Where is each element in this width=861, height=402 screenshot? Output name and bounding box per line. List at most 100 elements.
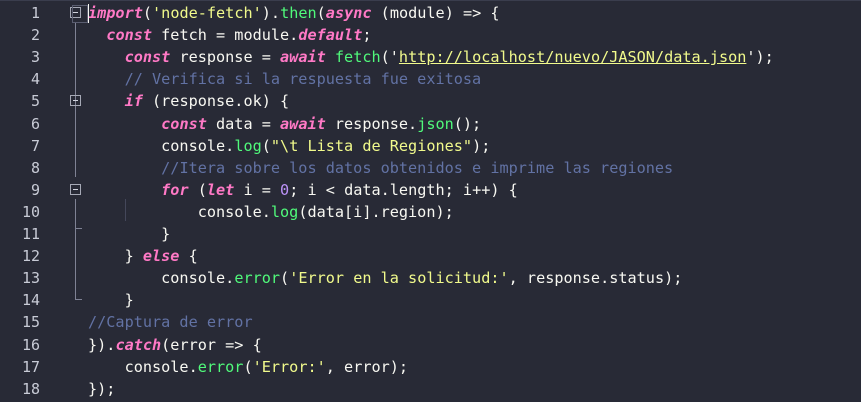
- code-token: catch: [115, 335, 162, 354]
- code-token: }: [88, 291, 134, 310]
- code-token: else: [142, 247, 180, 266]
- code-token: );: [472, 136, 491, 155]
- line-number: 16: [21, 335, 40, 354]
- code-token: await: [280, 48, 326, 67]
- code-token: json: [417, 114, 454, 133]
- code-token: , response.status);: [508, 269, 683, 288]
- code-token: async: [325, 4, 372, 22]
- line-number: 14: [21, 291, 40, 310]
- code-token: fetch: [334, 48, 381, 67]
- fold-line: [75, 199, 76, 228]
- code-line[interactable]: }: [88, 289, 134, 311]
- code-token: (: [316, 4, 326, 22]
- fold-toggle-icon[interactable]: [70, 183, 81, 195]
- code-line[interactable]: console.error('Error:', error);: [88, 356, 409, 378]
- line-number: 4: [30, 70, 40, 89]
- code-token: (: [243, 357, 253, 376]
- code-token: (: [280, 269, 290, 288]
- code-line[interactable]: }: [88, 223, 170, 245]
- code-token: }: [88, 247, 143, 266]
- code-token: then: [280, 4, 317, 22]
- code-line[interactable]: const fetch = module.default;: [88, 24, 372, 46]
- code-area[interactable]: import('node-fetch').then(async (module)…: [88, 1, 861, 402]
- code-token: import: [88, 4, 143, 22]
- code-line[interactable]: import('node-fetch').then(async (module)…: [88, 2, 500, 24]
- code-line[interactable]: for (let i = 0; i < data.length; i++) {: [88, 179, 518, 201]
- code-token: error: [197, 357, 244, 376]
- code-line[interactable]: console.error('Error en la solicitud:', …: [88, 267, 682, 289]
- code-token: // Verifica si la respuesta fue exitosa: [124, 70, 482, 89]
- code-token: await: [280, 114, 326, 133]
- code-token: 'node-fetch': [152, 4, 262, 22]
- code-line[interactable]: //Captura de error: [88, 311, 253, 333]
- code-token: (error => {: [161, 335, 262, 354]
- code-token: default: [298, 26, 363, 45]
- code-token: for: [161, 180, 189, 199]
- fold-line: [75, 228, 76, 299]
- code-token: 'Error:': [252, 357, 326, 376]
- line-number: 10: [21, 202, 40, 221]
- code-token: (': [380, 48, 399, 67]
- code-token: "\t Lista de Regiones": [270, 136, 473, 155]
- text-caret: [88, 4, 89, 23]
- code-token: (data[i].region);: [298, 202, 454, 221]
- code-token: console.: [88, 269, 235, 288]
- code-line[interactable]: //Itera sobre los datos obtenidos e impr…: [88, 157, 673, 179]
- code-token: log: [234, 136, 262, 155]
- code-token: 0: [280, 180, 290, 199]
- code-token: 'Error en la solicitud:': [289, 269, 509, 288]
- code-token: ;: [362, 26, 372, 45]
- code-line[interactable]: const data = await response.json();: [88, 113, 481, 135]
- code-token: error: [234, 269, 281, 288]
- line-number: 5: [30, 92, 40, 111]
- code-token: (: [142, 4, 153, 22]
- code-token: ) => {: [444, 4, 500, 22]
- code-token: response =: [170, 48, 281, 67]
- fold-end-marker: [75, 228, 82, 229]
- code-token: module: [389, 4, 445, 22]
- fold-highlight-box: [72, 5, 88, 23]
- fold-toggle-icon[interactable]: [70, 95, 81, 107]
- code-token: ; i < data.length; i++) {: [289, 180, 518, 199]
- code-line[interactable]: const response = await fetch('http://loc…: [88, 46, 774, 68]
- code-token: if: [124, 92, 143, 111]
- code-token: fetch = module.: [152, 26, 299, 45]
- code-token: i =: [234, 180, 281, 199]
- code-token: }).: [88, 335, 116, 354]
- code-line[interactable]: });: [88, 378, 115, 400]
- fold-gutter: [62, 1, 86, 402]
- code-token: });: [88, 379, 116, 398]
- line-number: 2: [30, 26, 40, 45]
- code-token: (: [261, 136, 271, 155]
- code-token: //Captura de error: [88, 313, 253, 332]
- code-line[interactable]: if (response.ok) {: [88, 90, 290, 112]
- code-token: ).: [261, 4, 281, 22]
- line-number: 6: [30, 114, 40, 133]
- line-number: 12: [21, 247, 40, 266]
- code-editor[interactable]: 1 2 3 4 5 6 7 8 9 10 11 12 13 14 15 16 17 18 import('node…: [0, 0, 861, 402]
- line-number: 18: [21, 379, 40, 398]
- code-token: let: [206, 180, 235, 199]
- code-token: //Itera sobre los datos obtenidos e impr…: [161, 158, 674, 177]
- line-number-gutter: 1 2 3 4 5 6 7 8 9 10 11 12 13 14 15 16 17 18: [0, 1, 62, 402]
- fold-line: [75, 111, 76, 177]
- fold-end-marker: [75, 299, 82, 300]
- code-token: response.: [325, 114, 418, 133]
- code-token: ');: [746, 48, 774, 67]
- code-token: ();: [453, 114, 482, 133]
- code-line[interactable]: // Verifica si la respuesta fue exitosa: [88, 68, 482, 90]
- code-token: (response.ok) {: [142, 92, 290, 111]
- code-line[interactable]: console.log(data[i].region);: [88, 201, 454, 223]
- code-line[interactable]: }).catch(error => {: [88, 334, 262, 356]
- line-number: 15: [21, 313, 40, 332]
- code-token: {: [179, 247, 198, 266]
- code-line[interactable]: console.log("\t Lista de Regiones");: [88, 135, 490, 157]
- code-token: (: [371, 4, 390, 22]
- code-line[interactable]: } else {: [88, 245, 198, 267]
